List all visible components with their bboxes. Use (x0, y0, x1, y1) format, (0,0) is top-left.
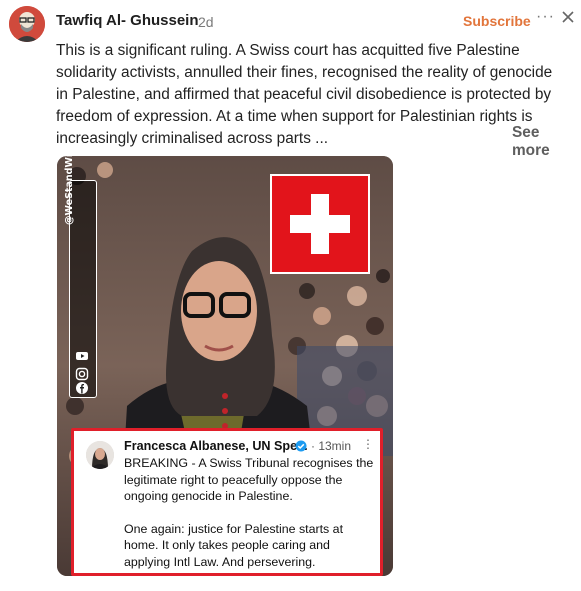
tweet-author-avatar (86, 441, 114, 469)
embedded-tweet-card: Francesca Albanese, UN Spe... · 13min ⋮ … (71, 428, 383, 576)
tweet-menu-icon: ⋮ (362, 437, 374, 451)
close-icon[interactable] (561, 10, 575, 24)
subscribe-button[interactable]: Subscribe (463, 13, 531, 29)
author-avatar[interactable] (9, 6, 45, 42)
post-image[interactable]: @WeStandWithFrancescaAlbanese Francesca … (57, 156, 393, 576)
more-options-icon[interactable]: ··· (536, 8, 555, 26)
post-time: 2d (198, 14, 214, 30)
instagram-icon (75, 367, 89, 381)
tweet-time: · 13min (311, 439, 352, 453)
see-more-link[interactable]: See more (512, 124, 581, 160)
youtube-icon (76, 352, 88, 360)
tweet-author-name: Francesca Albanese, UN Spe... (124, 439, 308, 453)
tweet-paragraph: BREAKING - A Swiss Tribunal recognises t… (124, 456, 374, 503)
author-name[interactable]: Tawfiq Al- Ghussein (56, 12, 199, 29)
swiss-flag-icon (270, 174, 370, 274)
verified-badge-icon (295, 440, 307, 452)
facebook-icon (76, 382, 88, 394)
social-handle-strip: @WeStandWithFrancescaAlbanese (64, 156, 97, 398)
tweet-body: BREAKING - A Swiss Tribunal recognises t… (124, 455, 374, 576)
tweet-paragraph: One again: justice for Palestine starts … (124, 521, 344, 569)
social-handle: @WeStandWithFrancescaAlbanese (64, 156, 76, 225)
post-body-text: This is a significant ruling. A Swiss co… (56, 42, 553, 147)
